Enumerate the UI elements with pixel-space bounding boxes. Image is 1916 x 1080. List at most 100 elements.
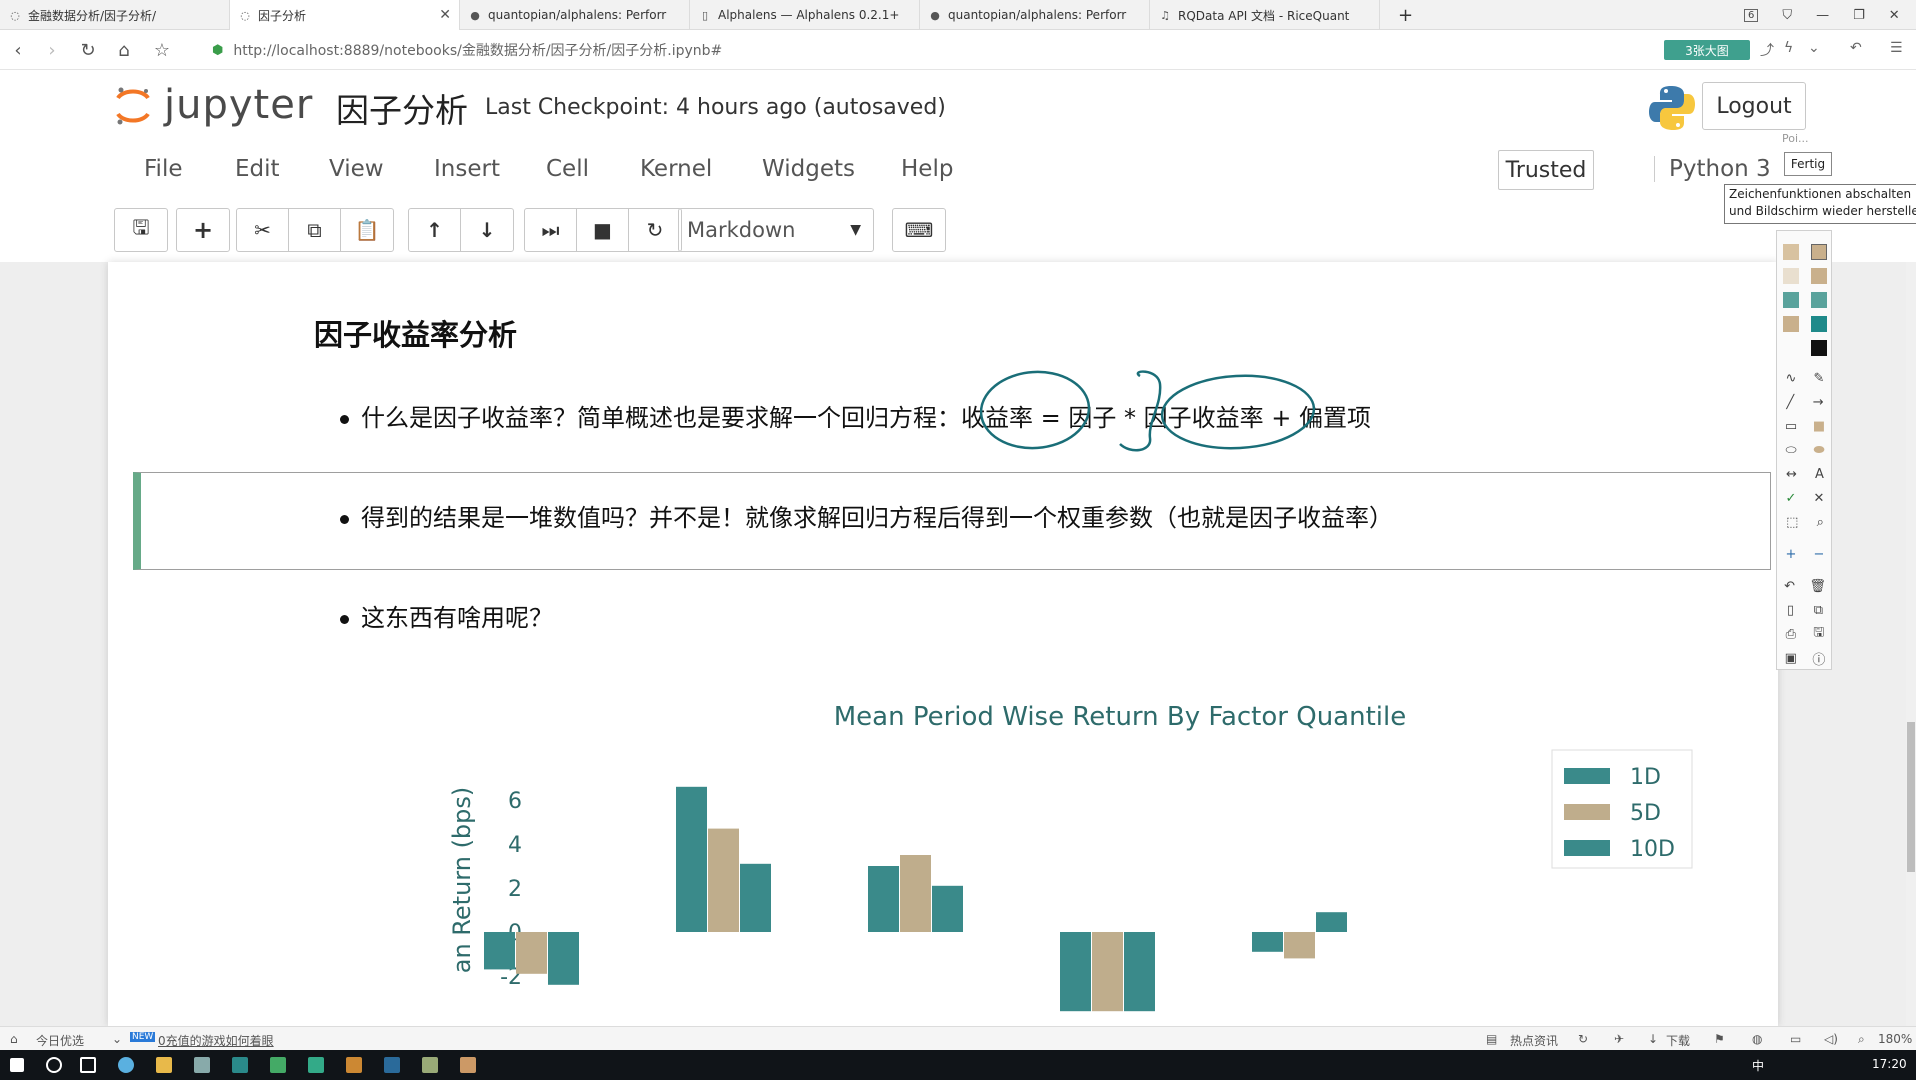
home-icon[interactable]: ⌂ <box>10 1032 18 1046</box>
undo-icon[interactable]: ↶ <box>1784 579 1795 594</box>
url-field[interactable]: ⬢ http://localhost:8889/notebooks/金融数据分析… <box>212 39 722 61</box>
crop-icon[interactable]: ⬚ <box>1786 515 1798 530</box>
home-icon[interactable]: ⌂ <box>112 38 136 62</box>
star-icon[interactable]: ☆ <box>150 38 174 62</box>
browser-tab[interactable]: ● quantopian/alphalens: Perforr <box>920 0 1150 30</box>
color-swatch[interactable] <box>1811 268 1827 284</box>
menu-edit[interactable]: Edit <box>235 156 280 182</box>
color-swatch[interactable] <box>1811 292 1827 308</box>
windows-start-icon[interactable] <box>10 1058 24 1072</box>
zoom-level[interactable]: 180% <box>1878 1032 1912 1046</box>
app-icon[interactable] <box>422 1057 438 1073</box>
zoom-icon[interactable]: ⌕ <box>1817 515 1824 530</box>
app-icon[interactable] <box>308 1057 324 1073</box>
info-icon[interactable]: ⓘ <box>1812 649 1825 668</box>
browser-tab[interactable]: ▯ Alphalens — Alphalens 0.2.1+ <box>690 0 920 30</box>
arrow-icon[interactable]: → <box>1813 395 1824 410</box>
vertical-scrollbar[interactable] <box>1906 262 1916 1026</box>
interrupt-button[interactable]: ■ <box>577 209 629 251</box>
chevron-down-icon[interactable]: ⌄ <box>112 1032 122 1046</box>
hot-news-link[interactable]: 热点资讯 <box>1510 1032 1558 1049</box>
trash-icon[interactable]: 🗑 <box>1809 579 1826 594</box>
command-palette-button[interactable]: ⌨ <box>893 209 945 251</box>
close-window-icon[interactable]: ✕ <box>1889 8 1900 23</box>
lightning-icon[interactable]: ϟ <box>1784 40 1793 56</box>
app-icon[interactable] <box>232 1057 248 1073</box>
logout-button[interactable]: Logout <box>1702 82 1806 130</box>
kernel-name[interactable]: Python 3 <box>1654 156 1771 182</box>
menu-kernel[interactable]: Kernel <box>640 156 712 182</box>
close-tab-icon[interactable]: ✕ <box>433 7 451 23</box>
fertig-button[interactable]: Fertig <box>1784 152 1832 176</box>
freehand-icon[interactable]: ∿ <box>1786 371 1797 386</box>
move-down-button[interactable]: ↓ <box>461 209 513 251</box>
browser-taskbar-icon[interactable] <box>118 1057 134 1073</box>
status-today-picks[interactable]: 今日优选 <box>36 1032 84 1049</box>
filled-rectangle-icon[interactable]: ■ <box>1813 419 1825 434</box>
check-icon[interactable]: ✓ <box>1786 491 1797 506</box>
filled-ellipse-icon[interactable]: ⬬ <box>1813 443 1824 458</box>
window-icon[interactable]: ▭ <box>1790 1032 1801 1046</box>
search-icon[interactable] <box>46 1057 62 1073</box>
color-swatch[interactable] <box>1811 244 1827 260</box>
color-swatch[interactable] <box>1811 340 1827 356</box>
app-icon[interactable] <box>346 1057 362 1073</box>
color-swatch[interactable] <box>1783 268 1799 284</box>
app-icon[interactable] <box>270 1057 286 1073</box>
shirt-icon[interactable]: ⛉ <box>1782 8 1792 23</box>
screen-icon[interactable]: ▣ <box>1785 651 1797 666</box>
line-icon[interactable]: ╱ <box>1786 395 1794 410</box>
browser-tab-active[interactable]: ◌ 因子分析 ✕ <box>230 0 460 30</box>
print-icon[interactable]: ⎙ <box>1786 627 1796 642</box>
menu-view[interactable]: View <box>329 156 384 182</box>
back-icon[interactable]: ‹ <box>6 38 30 62</box>
news-link[interactable]: 0充值的游戏如何着眼 <box>158 1032 274 1049</box>
jupyter-logo[interactable]: jupyter <box>112 82 313 128</box>
app-icon[interactable] <box>194 1057 210 1073</box>
plus-icon[interactable]: + <box>1786 547 1797 562</box>
run-button[interactable]: ⏭ <box>525 209 577 251</box>
browser-tab[interactable]: ♫ RQData API 文档 - RiceQuant <box>1150 0 1380 30</box>
scrollbar-thumb[interactable] <box>1907 722 1915 872</box>
browser-tab[interactable]: ◌ 金融数据分析/因子分析/ <box>0 0 230 30</box>
share-icon[interactable]: ⤴ <box>1760 40 1774 60</box>
save-button[interactable]: 🖫 <box>115 209 167 251</box>
save-icon[interactable]: 🖫 <box>1813 623 1824 645</box>
color-swatch[interactable] <box>1783 316 1799 332</box>
move-up-button[interactable]: ↑ <box>409 209 461 251</box>
menu-help[interactable]: Help <box>901 156 953 182</box>
insert-cell-button[interactable]: + <box>177 209 229 251</box>
browser-tab[interactable]: ● quantopian/alphalens: Perforr <box>460 0 690 30</box>
refresh-icon[interactable]: ↻ <box>1578 1032 1588 1046</box>
download-icon[interactable]: ↓ <box>1648 1032 1658 1046</box>
cut-button[interactable]: ✂ <box>237 209 289 251</box>
text-icon[interactable]: A <box>1815 467 1824 482</box>
rectangle-icon[interactable]: ▭ <box>1785 419 1797 434</box>
chevron-down-icon[interactable]: ⌄ <box>1808 40 1820 56</box>
tab-count-badge[interactable]: 6 <box>1744 8 1759 22</box>
restore-icon[interactable]: ❐ <box>1853 8 1865 23</box>
undo-icon[interactable]: ↶ <box>1850 40 1862 56</box>
addon-badge[interactable]: 3张大图 <box>1664 40 1750 60</box>
duplicate-icon[interactable]: ⧉ <box>1814 603 1823 618</box>
task-view-icon[interactable] <box>80 1057 96 1073</box>
new-tab-button[interactable]: + <box>1390 0 1424 30</box>
app-icon[interactable] <box>384 1057 400 1073</box>
menu-widgets[interactable]: Widgets <box>762 156 855 182</box>
globe-icon[interactable]: ◍ <box>1752 1032 1762 1046</box>
download-link[interactable]: 下载 <box>1666 1032 1690 1049</box>
minimize-icon[interactable]: — <box>1816 8 1829 23</box>
notebook-name[interactable]: 因子分析 <box>336 84 468 132</box>
flag-icon[interactable]: ⚑ <box>1714 1032 1725 1046</box>
trusted-indicator[interactable]: Trusted <box>1498 150 1594 190</box>
cell-type-select[interactable]: Markdown ▼ <box>678 208 874 252</box>
input-language[interactable]: 中 <box>1752 1057 1764 1074</box>
double-arrow-icon[interactable]: ↔ <box>1786 467 1797 482</box>
copy-button[interactable]: ⧉ <box>289 209 341 251</box>
color-swatch[interactable] <box>1783 292 1799 308</box>
pin-icon[interactable]: ✈ <box>1614 1032 1624 1046</box>
volume-icon[interactable]: ◁) <box>1824 1032 1838 1046</box>
restart-button[interactable]: ↻ <box>629 209 681 251</box>
app-icon[interactable] <box>460 1057 476 1073</box>
paste-button[interactable]: 📋 <box>341 209 393 251</box>
